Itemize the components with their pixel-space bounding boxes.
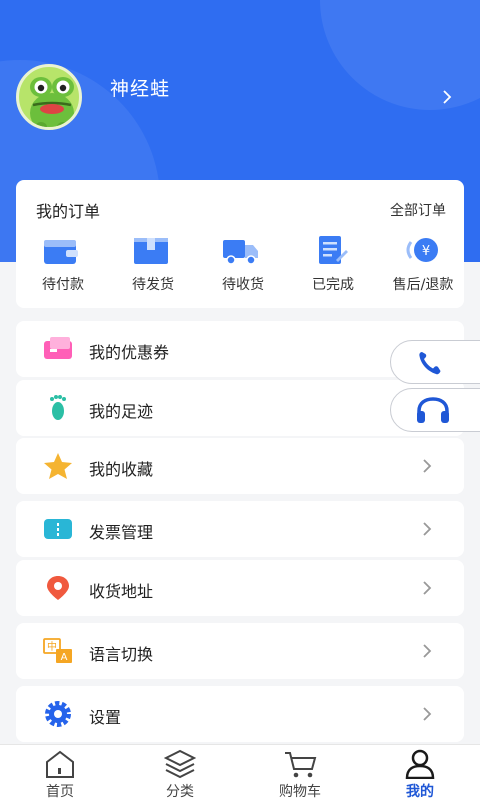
chevron-right-icon [423, 581, 432, 595]
phone-button[interactable] [390, 340, 480, 384]
chevron-right-icon [423, 707, 432, 721]
home-icon [46, 750, 74, 778]
phone-icon [419, 352, 441, 375]
menu-settings[interactable]: 设置 [16, 686, 464, 742]
chevron-right-icon [423, 459, 432, 473]
order-refund[interactable]: ¥ 售后/退款 [378, 232, 458, 302]
order-label: 待发货 [132, 277, 174, 293]
headphones-icon [417, 397, 449, 423]
menu-label: 发票管理 [89, 523, 154, 542]
chevron-right-icon [423, 644, 432, 658]
bottom-tab-bar: 首页 分类 购物车 我的 [0, 744, 480, 800]
tab-cart[interactable]: 购物车 [240, 745, 360, 800]
wallet-icon [44, 240, 78, 264]
tab-label: 我的 [406, 784, 434, 800]
refund-yen-icon: ¥ [406, 238, 438, 262]
menu-label: 我的收藏 [89, 460, 154, 479]
order-pending-receipt[interactable]: 待收货 [198, 232, 278, 302]
order-label: 售后/退款 [392, 277, 454, 293]
all-orders-link[interactable]: 全部订单 [390, 200, 446, 220]
footprint-icon [50, 395, 66, 420]
menu-label: 语言切换 [89, 645, 154, 664]
order-label: 待付款 [42, 277, 84, 293]
menu-label: 设置 [89, 708, 122, 727]
menu-favorites[interactable]: 我的收藏 [16, 438, 464, 494]
coupon-icon [44, 337, 72, 359]
order-pending-payment[interactable]: 待付款 [18, 232, 98, 302]
chevron-right-icon[interactable] [440, 90, 454, 104]
header-decoration [320, 0, 480, 110]
order-label: 待收货 [222, 277, 264, 293]
cart-icon [285, 752, 317, 778]
username[interactable]: 神经蛙 [110, 74, 170, 101]
avatar[interactable] [16, 64, 82, 130]
menu-language[interactable]: 中 A 语言切换 [16, 623, 464, 679]
package-box-icon [134, 238, 168, 264]
gear-icon [45, 701, 71, 727]
menu-label: 我的足迹 [89, 402, 154, 421]
menu-invoices[interactable]: 发票管理 [16, 501, 464, 557]
tab-label: 购物车 [279, 784, 321, 800]
tab-home[interactable]: 首页 [0, 745, 120, 800]
menu-label: 收货地址 [89, 582, 154, 601]
orders-card: 我的订单 全部订单 待付款 待发货 待收货 已完成 ¥ 售后/退款 [16, 180, 464, 308]
star-icon [44, 453, 72, 479]
language-icon: 中 A [43, 638, 72, 663]
delivery-truck-icon [223, 240, 258, 265]
completed-document-icon [319, 236, 348, 264]
orders-title: 我的订单 [36, 202, 101, 221]
order-pending-shipment[interactable]: 待发货 [108, 232, 188, 302]
chevron-right-icon [423, 522, 432, 536]
tab-mine[interactable]: 我的 [360, 745, 480, 800]
customer-service-button[interactable] [390, 388, 480, 432]
location-pin-icon [47, 576, 69, 600]
menu-address[interactable]: 收货地址 [16, 560, 464, 616]
layers-icon [164, 749, 196, 779]
svg-text:中: 中 [47, 640, 57, 653]
menu-label: 我的优惠券 [89, 343, 170, 362]
tab-category[interactable]: 分类 [120, 745, 240, 800]
order-completed[interactable]: 已完成 [288, 232, 368, 302]
tab-label: 分类 [166, 784, 194, 800]
svg-text:¥: ¥ [422, 244, 430, 259]
svg-text:A: A [61, 652, 68, 663]
order-label: 已完成 [312, 277, 354, 293]
tab-label: 首页 [46, 784, 74, 800]
user-icon [405, 749, 435, 779]
invoice-ticket-icon [44, 519, 72, 539]
